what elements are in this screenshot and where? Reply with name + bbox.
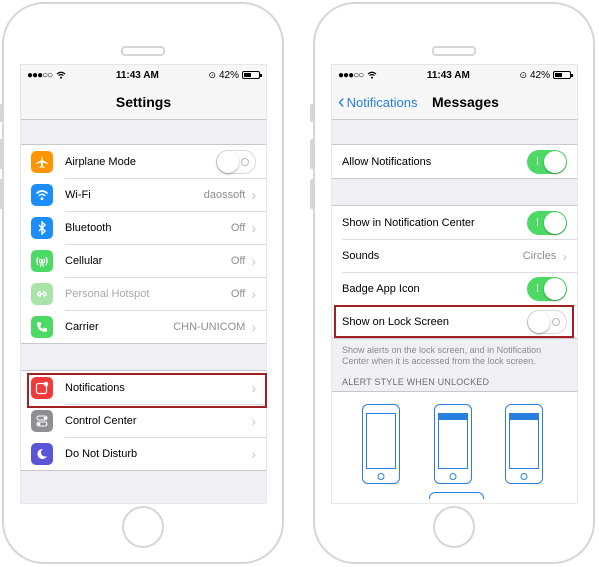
airplane-mode-toggle[interactable] (216, 149, 256, 174)
lock-screen-footnote: Show alerts on the lock screen, and in N… (342, 345, 542, 366)
earpiece (121, 46, 165, 56)
settings-screen: ●●●○○ 11:43 AM ⊙ 42% Settings Airplane M… (20, 64, 267, 504)
show-in-center-row: Show in Notification Center (332, 206, 577, 239)
alert-style-none-option[interactable] (362, 404, 400, 484)
alert-style-alerts-option[interactable] (505, 404, 543, 484)
chevron-right-icon: › (251, 186, 256, 203)
home-button[interactable] (122, 506, 164, 548)
settings-row-personal-hotspot[interactable]: Personal Hotspot Off › (21, 277, 266, 310)
lock-screen-highlight (334, 305, 574, 338)
alert-style-banners-option[interactable] (434, 404, 472, 484)
sounds-value: Circles (522, 249, 557, 262)
alert-style-header: ALERT STYLE WHEN UNLOCKED (342, 377, 490, 387)
chevron-right-icon: › (562, 247, 567, 264)
volume-up-button (310, 139, 314, 169)
show-in-center-label: Show in Notification Center (342, 216, 475, 229)
settings-row-wifi[interactable]: Wi-Fi daossoft › (21, 178, 266, 211)
settings-row-do-not-disturb[interactable]: Do Not Disturb › (21, 437, 266, 470)
allow-notifications-row: Allow Notifications (332, 145, 577, 178)
chevron-right-icon: › (251, 285, 256, 302)
control-center-icon (31, 409, 53, 432)
settings-row-carrier[interactable]: Carrier CHN-UNICOM › (21, 310, 266, 343)
phone-frame-right: ●●●○○ 11:43 AM ⊙ 42% ‹ Notifications Mes… (310, 2, 595, 564)
settings-row-bluetooth[interactable]: Bluetooth Off › (21, 211, 266, 244)
allow-notifications-label: Allow Notifications (342, 155, 432, 168)
chevron-right-icon: › (251, 318, 256, 335)
wifi-status-icon (56, 71, 66, 79)
mute-switch (0, 104, 3, 122)
navigation-bar: ‹ Notifications Messages (332, 85, 577, 120)
settings-row-cellular[interactable]: Cellular Off › (21, 244, 266, 277)
chevron-right-icon: › (251, 252, 256, 269)
badge-app-icon-row: Badge App Icon (332, 272, 577, 305)
moon-icon (31, 442, 53, 465)
cellular-icon (31, 249, 53, 272)
bluetooth-icon (31, 216, 53, 239)
settings-row-airplane-mode[interactable]: Airplane Mode (21, 145, 266, 178)
settings-row-label: Bluetooth (65, 221, 112, 234)
back-button-label: Notifications (346, 94, 418, 110)
sounds-row[interactable]: Sounds Circles › (332, 239, 577, 272)
battery-percent: 42% (218, 69, 239, 81)
hotspot-icon (31, 282, 53, 305)
signal-icon: ●●●○○ (27, 69, 53, 81)
chevron-right-icon: › (251, 445, 256, 462)
page-title: Settings (115, 94, 172, 110)
alert-style-picker (332, 391, 577, 503)
allow-notifications-toggle[interactable] (527, 149, 567, 174)
messages-notification-screen: ●●●○○ 11:43 AM ⊙ 42% ‹ Notifications Mes… (331, 64, 578, 504)
bluetooth-value: Off (230, 221, 246, 234)
page-title: Messages (432, 94, 499, 110)
rotation-lock-icon: ⊙ (208, 69, 216, 80)
hotspot-value: Off (230, 287, 246, 300)
battery-percent: 42% (529, 69, 550, 81)
settings-row-label: Control Center (65, 414, 137, 427)
mute-switch (310, 104, 314, 122)
home-button[interactable] (433, 506, 475, 548)
wifi-value: daossoft (203, 188, 246, 201)
volume-up-button (0, 139, 3, 169)
battery-icon (553, 71, 573, 79)
chevron-left-icon: ‹ (338, 91, 345, 113)
settings-row-label: Do Not Disturb (65, 447, 138, 460)
selection-indicator (429, 492, 484, 499)
status-time: 11:43 AM (115, 69, 159, 81)
wifi-icon (31, 183, 53, 206)
phone-frame-left: ●●●○○ 11:43 AM ⊙ 42% Settings Airplane M… (0, 2, 284, 564)
sounds-label: Sounds (342, 249, 380, 262)
notifications-highlight (27, 373, 267, 408)
battery-icon (242, 71, 262, 79)
settings-row-label: Airplane Mode (65, 155, 136, 168)
settings-row-label: Wi-Fi (65, 188, 91, 201)
phone-icon (31, 315, 53, 338)
chevron-right-icon: › (251, 219, 256, 236)
status-time: 11:43 AM (426, 69, 470, 81)
chevron-right-icon: › (251, 412, 256, 429)
rotation-lock-icon: ⊙ (519, 69, 527, 80)
settings-row-control-center[interactable]: Control Center › (21, 404, 266, 437)
settings-row-label: Cellular (65, 254, 103, 267)
carrier-value: CHN-UNICOM (173, 320, 246, 333)
cellular-value: Off (230, 254, 246, 267)
signal-icon: ●●●○○ (338, 69, 364, 81)
settings-row-label: Carrier (65, 320, 99, 333)
settings-row-label: Personal Hotspot (65, 287, 150, 300)
navigation-bar: Settings (21, 85, 266, 120)
volume-down-button (0, 179, 3, 209)
show-in-center-toggle[interactable] (527, 210, 567, 235)
allow-group: Allow Notifications (332, 144, 577, 179)
wifi-status-icon (367, 71, 377, 79)
status-bar: ●●●○○ 11:43 AM ⊙ 42% (332, 65, 577, 85)
volume-down-button (310, 179, 314, 209)
earpiece (432, 46, 476, 56)
badge-app-icon-toggle[interactable] (527, 276, 567, 301)
status-bar: ●●●○○ 11:43 AM ⊙ 42% (21, 65, 266, 85)
back-button[interactable]: ‹ Notifications (338, 85, 417, 119)
airplane-icon (31, 150, 53, 173)
settings-group-connectivity: Airplane Mode Wi-Fi daossoft › Bluetooth… (21, 144, 266, 344)
badge-app-icon-label: Badge App Icon (342, 282, 420, 295)
